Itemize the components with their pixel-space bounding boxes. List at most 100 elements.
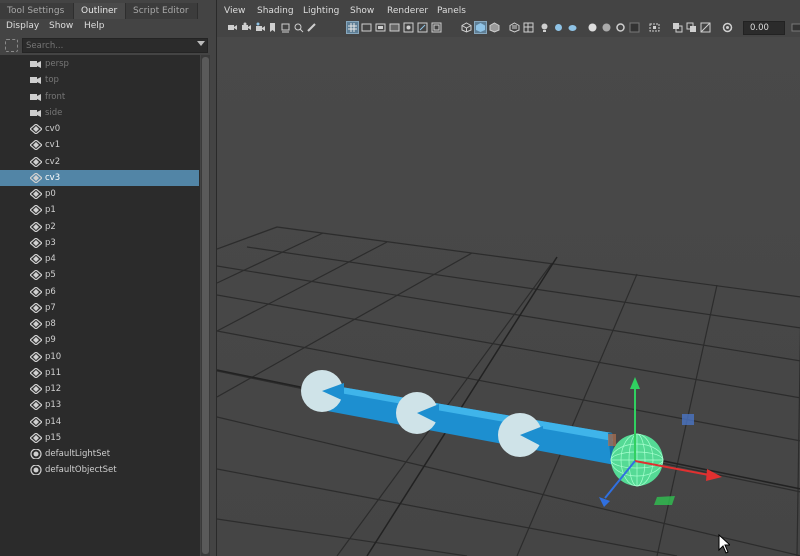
outliner-item[interactable]: p9 xyxy=(0,332,199,348)
outliner-item[interactable]: cv3 xyxy=(0,169,199,186)
menu-help[interactable]: Help xyxy=(84,19,105,34)
shadows-icon[interactable] xyxy=(553,22,564,33)
use-all-lights-icon[interactable] xyxy=(523,22,534,33)
outliner-item[interactable]: p12 xyxy=(0,381,199,397)
transform-icon xyxy=(30,319,42,329)
sphere-material-icon[interactable] xyxy=(587,22,598,33)
transform-icon xyxy=(30,286,42,297)
outliner-item-label: cv3 xyxy=(45,172,61,183)
outliner-item[interactable]: p13 xyxy=(0,397,199,413)
scrollbar-thumb[interactable] xyxy=(202,57,209,554)
outliner-item[interactable]: p10 xyxy=(0,349,199,365)
bookmarks-icon[interactable] xyxy=(255,22,266,33)
outliner-item[interactable]: front xyxy=(0,89,199,105)
xray-joints-icon[interactable] xyxy=(700,22,711,33)
field-chart-icon[interactable] xyxy=(403,22,414,33)
menu-renderer[interactable]: Renderer xyxy=(387,4,428,19)
outliner-item-label: front xyxy=(45,91,66,102)
outliner-item-label: p8 xyxy=(45,319,56,329)
outliner-scrollbar[interactable] xyxy=(201,55,210,556)
menu-lighting[interactable]: Lighting xyxy=(303,4,339,19)
transform-icon xyxy=(30,156,42,167)
exposure-field[interactable]: 0.00 xyxy=(743,21,785,35)
gamma-icon[interactable] xyxy=(791,22,800,33)
motion-blur-icon[interactable] xyxy=(601,22,612,33)
tab-script-editor[interactable]: Script Editor xyxy=(126,3,198,19)
ambient-occlusion-icon[interactable] xyxy=(567,22,578,33)
sphere-cv2[interactable] xyxy=(498,413,543,457)
search-input[interactable] xyxy=(22,38,208,53)
menu-display[interactable]: Display xyxy=(6,19,39,34)
tube-mesh[interactable] xyxy=(312,382,615,465)
search-options-icon[interactable] xyxy=(5,39,18,52)
outliner-item[interactable]: cv2 xyxy=(0,154,199,170)
resolution-gate-icon[interactable] xyxy=(375,22,386,33)
menu-show[interactable]: Show xyxy=(350,4,374,19)
outliner-item[interactable]: p0 xyxy=(0,186,199,202)
bookmark-icon[interactable] xyxy=(267,22,278,33)
outliner-item-label: p11 xyxy=(45,367,62,378)
menu-view[interactable]: View xyxy=(224,4,245,19)
film-gate-icon[interactable] xyxy=(361,22,372,33)
outliner-item[interactable]: p15 xyxy=(0,430,199,446)
outliner-item[interactable]: persp xyxy=(0,56,199,72)
xray-active-components-icon[interactable] xyxy=(686,22,697,33)
set-icon xyxy=(30,465,42,476)
image-plane-icon[interactable] xyxy=(280,22,291,33)
z-axis-arrow xyxy=(599,497,610,507)
grease-pencil-icon[interactable] xyxy=(306,22,317,33)
outliner-item[interactable]: p4 xyxy=(0,251,199,267)
outliner-item[interactable]: top xyxy=(0,72,199,88)
camera-icon xyxy=(30,61,41,68)
tab-tool-settings[interactable]: Tool Settings xyxy=(0,3,74,19)
outliner-item-label: p2 xyxy=(45,221,56,232)
outliner-item[interactable]: p8 xyxy=(0,316,199,332)
transform-icon xyxy=(30,302,42,313)
menu-panels[interactable]: Panels xyxy=(437,4,466,19)
menu-shading[interactable]: Shading xyxy=(257,4,294,19)
outliner-item[interactable]: p7 xyxy=(0,300,199,316)
outliner-item[interactable]: defaultObjectSet xyxy=(0,462,199,478)
menu-show[interactable]: Show xyxy=(49,19,73,34)
3d-scene[interactable] xyxy=(217,37,800,556)
outliner-item[interactable]: side xyxy=(0,105,199,121)
outliner-item[interactable]: cv1 xyxy=(0,137,199,153)
safe-title-icon[interactable] xyxy=(431,22,442,33)
move-manipulator[interactable] xyxy=(599,377,722,507)
textured-icon[interactable] xyxy=(509,22,520,33)
outliner-item[interactable]: p1 xyxy=(0,202,199,218)
outliner-item-label: p1 xyxy=(45,205,56,216)
outliner-item[interactable]: p14 xyxy=(0,414,199,430)
2d-pan-zoom-icon[interactable] xyxy=(293,22,304,33)
outliner-item[interactable]: p2 xyxy=(0,219,199,235)
viewport-toolbar: 0.00 xyxy=(217,19,800,37)
wireframe-icon[interactable] xyxy=(461,22,472,33)
outliner-item[interactable]: p11 xyxy=(0,365,199,381)
safe-action-icon[interactable] xyxy=(417,22,428,33)
scene-canvas[interactable] xyxy=(217,37,800,556)
sphere-cv3-selected[interactable] xyxy=(610,433,664,487)
grid-icon[interactable] xyxy=(346,21,359,34)
outliner-item[interactable]: p6 xyxy=(0,284,199,300)
outliner-item[interactable]: cv0 xyxy=(0,121,199,137)
camera-attributes-icon[interactable] xyxy=(241,22,252,33)
outliner-item[interactable]: p5 xyxy=(0,267,199,283)
outliner-item-label: p6 xyxy=(45,286,56,297)
lights-icon[interactable] xyxy=(539,22,550,33)
isolate-select-icon[interactable] xyxy=(649,22,660,33)
anti-aliasing-icon[interactable] xyxy=(615,22,626,33)
depth-of-field-icon[interactable] xyxy=(629,22,640,33)
viewport-panel: View Shading Lighting Show Renderer Pane… xyxy=(216,0,800,556)
wireframe-on-shaded-icon[interactable] xyxy=(489,22,500,33)
exposure-icon[interactable] xyxy=(722,22,733,33)
outliner-item[interactable]: p3 xyxy=(0,235,199,251)
select-camera-icon[interactable] xyxy=(227,22,238,33)
transform-icon xyxy=(30,367,42,378)
chevron-down-icon[interactable] xyxy=(197,41,205,46)
tab-outliner[interactable]: Outliner xyxy=(74,3,126,19)
smooth-shade-icon[interactable] xyxy=(474,21,487,34)
gate-mask-icon[interactable] xyxy=(389,22,400,33)
xray-icon[interactable] xyxy=(672,22,683,33)
outliner-item[interactable]: defaultLightSet xyxy=(0,446,199,462)
outliner-item-label: cv0 xyxy=(45,124,61,134)
